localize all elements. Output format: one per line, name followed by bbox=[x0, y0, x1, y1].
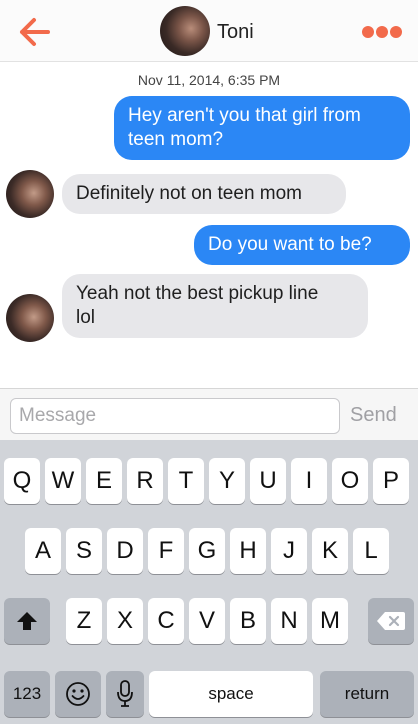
space-key-label: space bbox=[208, 684, 254, 703]
key-o[interactable]: O bbox=[332, 458, 368, 504]
key-t[interactable]: T bbox=[168, 458, 204, 504]
key-u[interactable]: U bbox=[250, 458, 286, 504]
send-button[interactable]: Send bbox=[350, 404, 397, 427]
key-n[interactable]: N bbox=[271, 598, 307, 644]
key-y[interactable]: Y bbox=[209, 458, 245, 504]
key-j[interactable]: J bbox=[271, 528, 307, 574]
key-g[interactable]: G bbox=[189, 528, 225, 574]
message-bubble-outgoing[interactable]: Hey aren't you that girl from teen mom? bbox=[114, 96, 410, 160]
message-input[interactable] bbox=[10, 398, 340, 434]
message-line: lol bbox=[76, 307, 96, 328]
message-line: Do you want to be? bbox=[208, 234, 372, 255]
key-f[interactable]: F bbox=[148, 528, 184, 574]
message-composer: Send bbox=[0, 388, 418, 440]
delete-key[interactable] bbox=[368, 598, 414, 644]
return-key[interactable]: return bbox=[320, 671, 414, 717]
key-x[interactable]: X bbox=[107, 598, 143, 644]
microphone-icon bbox=[117, 680, 133, 707]
key-k[interactable]: K bbox=[312, 528, 348, 574]
shift-key[interactable] bbox=[4, 598, 50, 644]
contact-name[interactable]: Toni bbox=[217, 21, 254, 44]
space-key[interactable]: space bbox=[149, 671, 313, 717]
message-bubble-incoming[interactable]: Definitely not on teen mom bbox=[62, 174, 346, 214]
emoji-smiley-icon bbox=[66, 682, 90, 706]
keyboard: Q W E R T Y U I O P A S D F G H J K L Z … bbox=[0, 440, 418, 724]
key-l[interactable]: L bbox=[353, 528, 389, 574]
key-p[interactable]: P bbox=[373, 458, 409, 504]
backspace-icon bbox=[377, 612, 405, 630]
message-line: teen mom? bbox=[128, 129, 224, 150]
message-line: Definitely not on teen mom bbox=[76, 183, 303, 204]
numbers-key-label: 123 bbox=[12, 684, 42, 703]
key-z[interactable]: Z bbox=[66, 598, 102, 644]
key-d[interactable]: D bbox=[107, 528, 143, 574]
key-h[interactable]: H bbox=[230, 528, 266, 574]
chat-header: Toni bbox=[0, 0, 418, 62]
more-dots-icon[interactable] bbox=[362, 26, 402, 40]
message-bubble-outgoing[interactable]: Do you want to be? bbox=[194, 225, 410, 265]
message-line: Hey aren't you that girl from bbox=[128, 105, 361, 126]
key-m[interactable]: M bbox=[312, 598, 348, 644]
emoji-key[interactable] bbox=[55, 671, 101, 717]
key-i[interactable]: I bbox=[291, 458, 327, 504]
key-a[interactable]: A bbox=[25, 528, 61, 574]
key-e[interactable]: E bbox=[86, 458, 122, 504]
key-s[interactable]: S bbox=[66, 528, 102, 574]
back-arrow-icon[interactable] bbox=[18, 16, 52, 48]
key-r[interactable]: R bbox=[127, 458, 163, 504]
dictation-key[interactable] bbox=[106, 671, 144, 717]
key-c[interactable]: C bbox=[148, 598, 184, 644]
key-w[interactable]: W bbox=[45, 458, 81, 504]
shift-arrow-icon bbox=[17, 612, 37, 630]
key-v[interactable]: V bbox=[189, 598, 225, 644]
key-b[interactable]: B bbox=[230, 598, 266, 644]
message-timestamp: Nov 11, 2014, 6:35 PM bbox=[137, 72, 281, 88]
message-line: Yeah not the best pickup line bbox=[76, 283, 319, 304]
contact-avatar[interactable] bbox=[160, 6, 210, 56]
return-key-label: return bbox=[344, 684, 390, 703]
key-q[interactable]: Q bbox=[4, 458, 40, 504]
message-bubble-incoming[interactable]: Yeah not the best pickup line lol bbox=[62, 274, 368, 338]
numbers-key[interactable]: 123 bbox=[4, 671, 50, 717]
sender-avatar[interactable] bbox=[6, 294, 54, 342]
sender-avatar[interactable] bbox=[6, 170, 54, 218]
